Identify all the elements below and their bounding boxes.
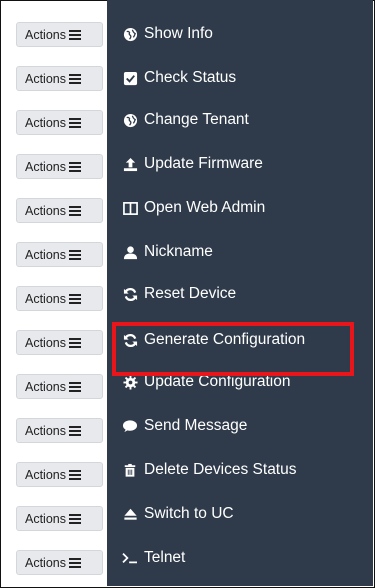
menu-item-label: Generate Configuration <box>144 331 306 348</box>
actions-button[interactable]: Actions <box>16 198 103 223</box>
hamburger-icon <box>69 380 81 394</box>
actions-button[interactable]: Actions <box>16 374 103 399</box>
check-square-icon <box>122 70 138 86</box>
actions-button[interactable]: Actions <box>16 110 103 135</box>
actions-button-label: Actions <box>25 247 66 262</box>
actions-button-label: Actions <box>25 71 66 86</box>
menu-item-label: Open Web Admin <box>144 199 266 216</box>
terminal-icon <box>122 550 138 566</box>
hamburger-icon <box>69 512 81 526</box>
hamburger-icon <box>69 160 81 174</box>
hamburger-icon <box>69 556 81 570</box>
actions-button[interactable]: Actions <box>16 22 103 47</box>
actions-button[interactable]: Actions <box>16 462 103 487</box>
hamburger-icon <box>69 116 81 130</box>
menu-item-nickname[interactable]: Nickname <box>107 233 373 271</box>
menu-item-delete-devices-status[interactable]: Delete Devices Status <box>107 451 373 489</box>
menu-item-open-web-admin[interactable]: Open Web Admin <box>107 189 373 227</box>
menu-item-label: Change Tenant <box>144 111 249 128</box>
actions-button[interactable]: Actions <box>16 330 103 355</box>
menu-item-label: Telnet <box>144 549 186 566</box>
menu-item-generate-configuration[interactable]: Generate Configuration <box>107 321 373 359</box>
globe-icon <box>122 26 138 42</box>
columns-icon <box>122 200 138 216</box>
menu-item-label: Nickname <box>144 243 213 260</box>
actions-dropdown-menu: Show Info Check Status Change Tenant Update… <box>107 0 373 586</box>
hamburger-icon <box>69 248 81 262</box>
eject-icon <box>122 506 138 522</box>
actions-button-label: Actions <box>25 335 66 350</box>
actions-button-label: Actions <box>25 379 66 394</box>
trash-icon <box>122 462 138 478</box>
hamburger-icon <box>69 28 81 42</box>
hamburger-icon <box>69 204 81 218</box>
refresh-icon <box>122 286 138 302</box>
actions-button[interactable]: Actions <box>16 506 103 531</box>
hamburger-icon <box>69 336 81 350</box>
actions-button-label: Actions <box>25 291 66 306</box>
actions-button-label: Actions <box>25 423 66 438</box>
menu-item-label: Switch to UC <box>144 505 234 522</box>
actions-button-label: Actions <box>25 203 66 218</box>
menu-item-label: Reset Device <box>144 285 237 302</box>
menu-item-label: Check Status <box>144 69 237 86</box>
upload-icon <box>122 156 138 172</box>
actions-button[interactable]: Actions <box>16 550 103 575</box>
actions-button-label: Actions <box>25 555 66 570</box>
hamburger-icon <box>69 72 81 86</box>
actions-button[interactable]: Actions <box>16 286 103 311</box>
hamburger-icon <box>69 424 81 438</box>
actions-button[interactable]: Actions <box>16 242 103 267</box>
menu-item-reset-device[interactable]: Reset Device <box>107 275 373 313</box>
menu-item-show-info[interactable]: Show Info <box>107 15 373 53</box>
hamburger-icon <box>69 292 81 306</box>
menu-item-label: Show Info <box>144 25 213 42</box>
menu-item-switch-to-uc[interactable]: Switch to UC <box>107 495 373 533</box>
menu-item-label: Update Firmware <box>144 155 263 172</box>
actions-button[interactable]: Actions <box>16 154 103 179</box>
user-icon <box>122 244 138 260</box>
actions-button-label: Actions <box>25 115 66 130</box>
menu-item-label: Delete Devices Status <box>144 461 297 478</box>
refresh-icon <box>122 332 138 348</box>
actions-button-label: Actions <box>25 511 66 526</box>
menu-item-update-configuration[interactable]: Update Configuration <box>107 363 373 401</box>
gear-icon <box>122 374 138 390</box>
actions-button-label: Actions <box>25 467 66 482</box>
menu-item-label: Update Configuration <box>144 373 291 390</box>
actions-button[interactable]: Actions <box>16 66 103 91</box>
menu-item-update-firmware[interactable]: Update Firmware <box>107 145 373 183</box>
actions-button-label: Actions <box>25 27 66 42</box>
comment-icon <box>122 418 138 434</box>
actions-button-label: Actions <box>25 159 66 174</box>
hamburger-icon <box>69 468 81 482</box>
menu-item-change-tenant[interactable]: Change Tenant <box>107 101 373 139</box>
actions-button[interactable]: Actions <box>16 418 103 443</box>
menu-item-label: Send Message <box>144 417 248 434</box>
menu-item-send-message[interactable]: Send Message <box>107 407 373 445</box>
menu-item-telnet[interactable]: Telnet <box>107 539 373 577</box>
globe-icon <box>122 112 138 128</box>
menu-item-check-status[interactable]: Check Status <box>107 59 373 97</box>
